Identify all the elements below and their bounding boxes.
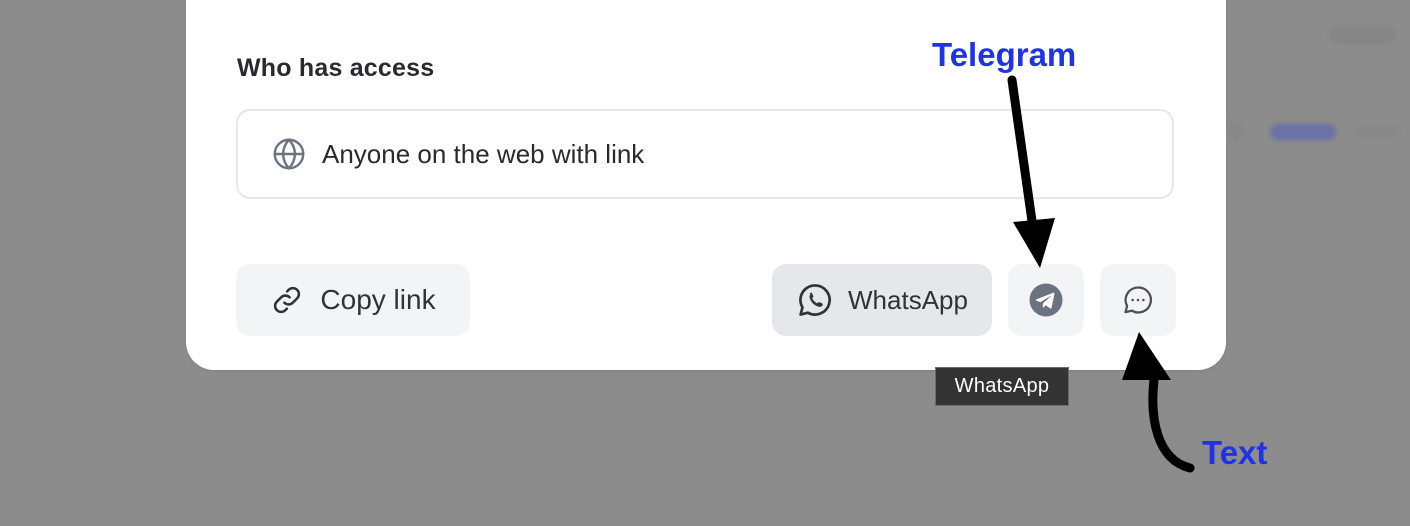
- general-access-selector[interactable]: Anyone on the web with link: [236, 109, 1174, 199]
- screen: Who has access Anyone on the web with li…: [0, 0, 1410, 526]
- telegram-icon: [1028, 282, 1064, 318]
- copy-link-button[interactable]: Copy link: [236, 264, 470, 336]
- share-text-message-button[interactable]: [1100, 264, 1176, 336]
- whatsapp-icon: [796, 281, 834, 319]
- access-option-label: Anyone on the web with link: [322, 138, 645, 169]
- whatsapp-label: WhatsApp: [848, 284, 968, 315]
- copy-link-label: Copy link: [320, 284, 436, 315]
- background-toggle-hint: [1270, 124, 1336, 140]
- background-control-hint: [1356, 126, 1400, 138]
- text-annotation-label: Text: [1202, 434, 1268, 471]
- telegram-annotation-label: Telegram: [932, 36, 1077, 73]
- link-icon: [270, 283, 304, 317]
- share-telegram-button[interactable]: [1008, 264, 1084, 336]
- chat-bubble-icon: [1121, 283, 1155, 317]
- globe-icon: [271, 136, 307, 172]
- share-whatsapp-button[interactable]: WhatsApp: [772, 264, 992, 336]
- background-control-hint: [1228, 122, 1244, 140]
- whatsapp-tooltip: WhatsApp: [935, 367, 1069, 406]
- who-has-access-heading: Who has access: [237, 54, 435, 82]
- background-control-hint: [1330, 26, 1396, 44]
